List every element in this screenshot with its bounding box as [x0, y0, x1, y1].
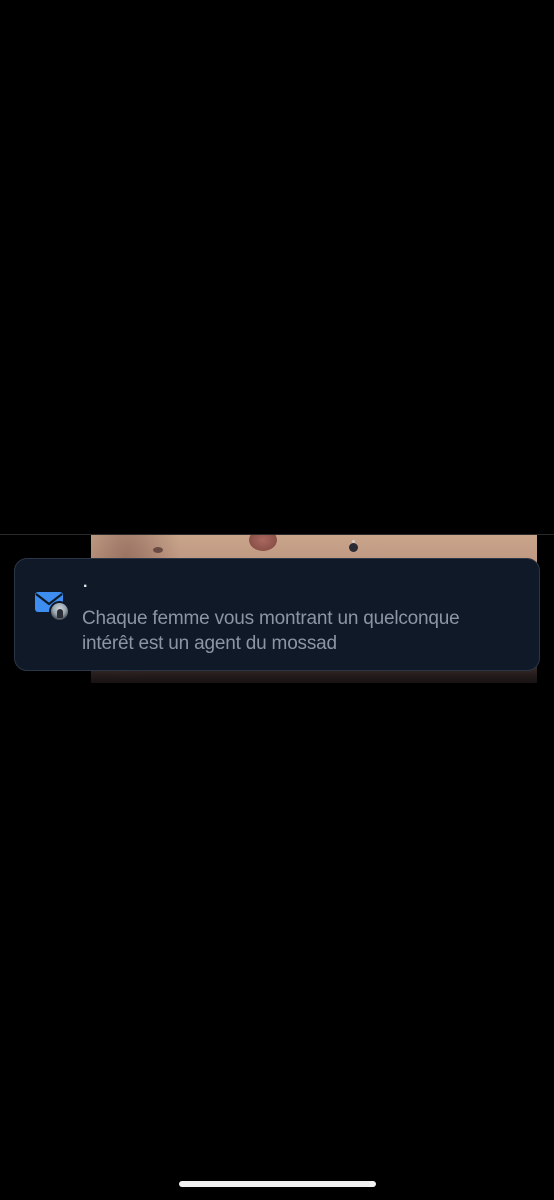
screen: · Chaque femme vous montrant un quelconq…	[0, 0, 554, 1200]
notification-message: Chaque femme vous montrant un quelconque…	[82, 608, 460, 654]
sender-avatar	[49, 601, 70, 622]
notification-sender: ·	[83, 578, 89, 595]
home-indicator[interactable]	[179, 1181, 376, 1187]
notification-app-icon	[34, 590, 70, 622]
notification-banner[interactable]: · Chaque femme vous montrant un quelconq…	[14, 558, 540, 671]
